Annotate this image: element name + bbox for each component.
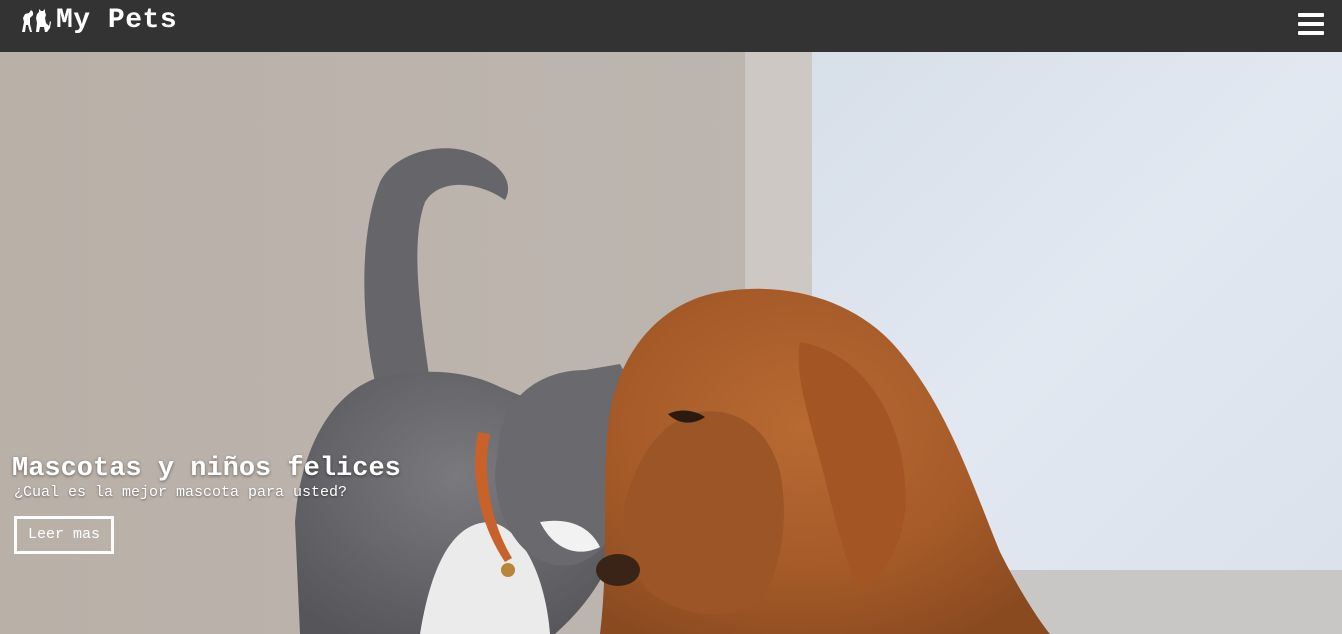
hamburger-menu-icon[interactable] xyxy=(1298,13,1324,35)
brand-title: My Pets xyxy=(56,4,178,36)
read-more-button[interactable]: Leer mas xyxy=(14,516,114,554)
pets-icon xyxy=(20,6,52,34)
hero-title: Mascotas y niños felices xyxy=(12,454,401,484)
hero-subtitle: ¿Cual es la mejor mascota para usted? xyxy=(14,484,348,501)
navbar: My Pets xyxy=(0,0,1342,52)
hero-banner: Mascotas y niños felices ¿Cual es la mej… xyxy=(0,52,1342,634)
brand-link[interactable]: My Pets xyxy=(20,5,177,36)
hero-caption: Mascotas y niños felices ¿Cual es la mej… xyxy=(12,454,401,554)
